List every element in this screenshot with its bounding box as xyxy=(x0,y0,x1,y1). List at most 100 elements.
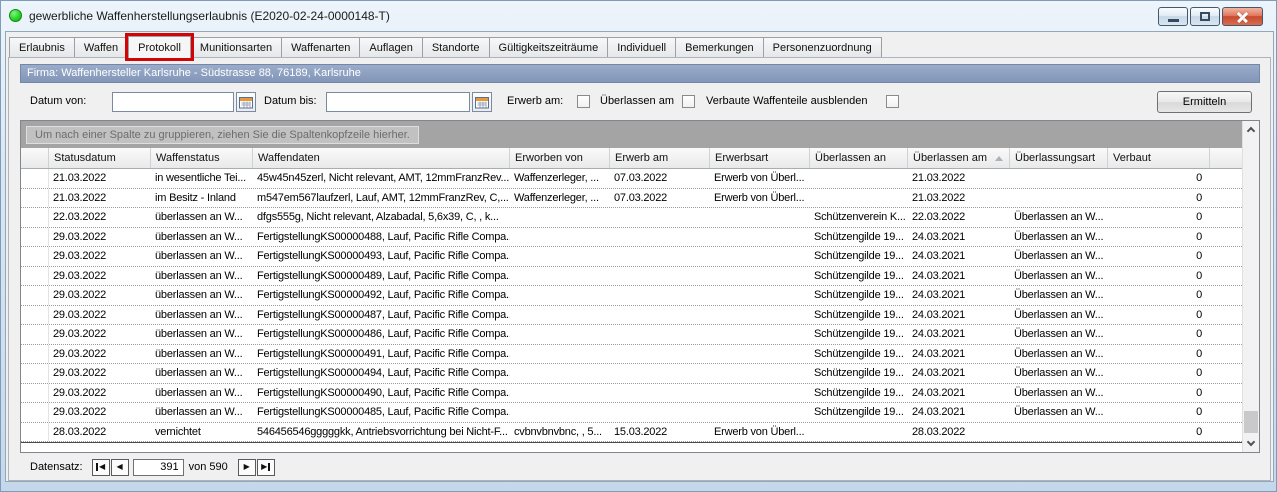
column-header-verbaut[interactable]: Verbaut xyxy=(1108,148,1210,168)
cell-waffenstatus: in wesentliche Tei... xyxy=(151,169,253,188)
table-row[interactable]: 29.03.2022überlassen an W...Fertigstellu… xyxy=(21,267,1242,287)
tab-gultigkeitszeitraume[interactable]: Gültigkeitszeiträume xyxy=(490,37,609,58)
minimize-button[interactable] xyxy=(1158,7,1188,26)
cell-waffendaten: FertigstellungKS00000489, Lauf, Pacific … xyxy=(253,267,510,286)
cell-erwerbsart xyxy=(710,345,810,364)
verbaute-waffenteile-checkbox[interactable] xyxy=(886,95,899,108)
table-row[interactable]: 28.03.2022vernichtet546456546gggggkk, An… xyxy=(21,423,1242,443)
datum-bis-input[interactable] xyxy=(326,92,470,112)
row-indicator xyxy=(21,364,49,383)
cell-uberlassungsart: Überlassen an W... xyxy=(1010,364,1108,383)
column-header-statusdatum[interactable]: Statusdatum xyxy=(49,148,151,168)
column-header-erworben-von[interactable]: Erworben von xyxy=(510,148,610,168)
datum-bis-calendar-button[interactable] xyxy=(472,92,492,112)
cell-uberlassungsart xyxy=(1010,189,1108,208)
cell-uberlassen-an: Schützengilde 19... xyxy=(810,267,908,286)
maximize-button[interactable] xyxy=(1190,7,1220,26)
scroll-up-button[interactable] xyxy=(1243,121,1259,138)
scroll-down-button[interactable] xyxy=(1243,435,1259,452)
grid-rows: 21.03.2022in wesentliche Tei...45w45n45z… xyxy=(21,169,1242,452)
table-row[interactable]: 29.03.2022überlassen an W...Fertigstellu… xyxy=(21,384,1242,404)
ueberlassen-am-checkbox[interactable] xyxy=(682,95,695,108)
datum-von-calendar-button[interactable] xyxy=(236,92,256,112)
cell-statusdatum: 29.03.2022 xyxy=(49,325,151,344)
cell-erwerb-am xyxy=(610,325,710,344)
cell-waffenstatus: überlassen an W... xyxy=(151,228,253,247)
close-button[interactable] xyxy=(1222,7,1263,26)
cell-erwerb-am xyxy=(610,267,710,286)
cell-erwerbsart xyxy=(710,306,810,325)
cell-waffenstatus: überlassen an W... xyxy=(151,325,253,344)
table-row[interactable]: 29.03.2022überlassen an W...Fertigstellu… xyxy=(21,345,1242,365)
firma-header-bar: Firma: Waffenhersteller Karlsruhe - Süds… xyxy=(20,64,1260,83)
column-header-erwerb-am[interactable]: Erwerb am xyxy=(610,148,710,168)
cell-waffendaten: FertigstellungKS00000492, Lauf, Pacific … xyxy=(253,286,510,305)
tab-standorte[interactable]: Standorte xyxy=(423,37,490,58)
previous-record-button[interactable]: ◀ xyxy=(111,459,129,476)
tab-individuell[interactable]: Individuell xyxy=(608,37,676,58)
last-record-button[interactable]: ▶ xyxy=(257,459,275,476)
column-header-uberlassen-an[interactable]: Überlassen an xyxy=(810,148,908,168)
tab-erlaubnis[interactable]: Erlaubnis xyxy=(9,37,75,58)
column-header-waffenstatus[interactable]: Waffenstatus xyxy=(151,148,253,168)
column-header-uberlassen-am[interactable]: Überlassen am xyxy=(908,148,1010,168)
table-row[interactable]: 29.03.2022überlassen an W...Fertigstellu… xyxy=(21,247,1242,267)
cell-uberlassen-am: 24.03.2021 xyxy=(908,228,1010,247)
cell-uberlassungsart: Überlassen an W... xyxy=(1010,267,1108,286)
protokoll-panel: Firma: Waffenhersteller Karlsruhe - Süds… xyxy=(8,57,1271,481)
erwerb-am-checkbox[interactable] xyxy=(577,95,590,108)
cell-waffenstatus: überlassen an W... xyxy=(151,208,253,227)
calendar-icon xyxy=(239,96,253,109)
table-row[interactable]: 29.03.2022überlassen an W...Fertigstellu… xyxy=(21,403,1242,423)
tab-waffenarten[interactable]: Waffenarten xyxy=(282,37,360,58)
scrollbar-thumb[interactable] xyxy=(1244,411,1258,433)
cell-uberlassen-am: 24.03.2021 xyxy=(908,364,1010,383)
table-row[interactable]: 29.03.2022überlassen an W...Fertigstellu… xyxy=(21,228,1242,248)
table-row[interactable]: 22.03.2022überlassen an W...dfgs555g, Ni… xyxy=(21,208,1242,228)
column-header-waffendaten[interactable]: Waffendaten xyxy=(253,148,510,168)
tab-auflagen[interactable]: Auflagen xyxy=(360,37,422,58)
row-indicator xyxy=(21,228,49,247)
table-row[interactable]: 21.03.2022in wesentliche Tei...45w45n45z… xyxy=(21,169,1242,189)
table-row[interactable]: 29.03.2022überlassen an W...Fertigstellu… xyxy=(21,306,1242,326)
cell-waffendaten: FertigstellungKS00000487, Lauf, Pacific … xyxy=(253,306,510,325)
column-header-uberlassungsart[interactable]: Überlassungsart xyxy=(1010,148,1108,168)
cell-erwerb-am xyxy=(610,364,710,383)
app-window: gewerbliche Waffenherstellungserlaubnis … xyxy=(0,0,1277,492)
cell-waffendaten: FertigstellungKS00000486, Lauf, Pacific … xyxy=(253,325,510,344)
calendar-icon xyxy=(475,96,489,109)
column-header-erwerbsart[interactable]: Erwerbsart xyxy=(710,148,810,168)
cell-verbaut: 0 xyxy=(1108,286,1210,305)
next-record-button[interactable]: ▶ xyxy=(238,459,256,476)
datum-von-input[interactable] xyxy=(112,92,234,112)
row-indicator xyxy=(21,325,49,344)
cell-waffenstatus: überlassen an W... xyxy=(151,286,253,305)
tab-bemerkungen[interactable]: Bemerkungen xyxy=(676,37,764,58)
cell-uberlassen-an: Schützengilde 19... xyxy=(810,364,908,383)
table-row[interactable]: 29.03.2022überlassen an W...Fertigstellu… xyxy=(21,286,1242,306)
cell-erwerbsart xyxy=(710,267,810,286)
tab-munitionsarten[interactable]: Munitionsarten xyxy=(191,37,282,58)
record-number-input[interactable] xyxy=(133,459,184,476)
cell-verbaut: 0 xyxy=(1108,228,1210,247)
ermitteln-button[interactable]: Ermitteln xyxy=(1157,91,1252,113)
cell-erworben-von xyxy=(510,267,610,286)
cell-erwerbsart: Erwerb von Überl... xyxy=(710,169,810,188)
table-row[interactable]: 29.03.2022überlassen an W...Fertigstellu… xyxy=(21,364,1242,384)
vertical-scrollbar[interactable] xyxy=(1242,121,1259,452)
cell-uberlassen-an: Schützengilde 19... xyxy=(810,247,908,266)
group-by-panel[interactable]: Um nach einer Spalte zu gruppieren, zieh… xyxy=(21,121,1242,148)
cell-statusdatum: 21.03.2022 xyxy=(49,189,151,208)
tab-waffen[interactable]: Waffen xyxy=(75,37,128,58)
cell-uberlassen-an: Schützengilde 19... xyxy=(810,345,908,364)
cell-uberlassungsart: Überlassen an W... xyxy=(1010,286,1108,305)
cell-erwerbsart xyxy=(710,286,810,305)
datum-bis-label: Datum bis: xyxy=(264,95,317,107)
table-row[interactable]: 29.03.2022überlassen an W...Fertigstellu… xyxy=(21,325,1242,345)
tab-personenzuordnung[interactable]: Personenzuordnung xyxy=(764,37,882,58)
first-record-button[interactable]: ◀ xyxy=(92,459,110,476)
tab-protokoll[interactable]: Protokoll xyxy=(128,36,191,58)
table-row[interactable]: 21.03.2022im Besitz - Inlandm547em567lau… xyxy=(21,189,1242,209)
cell-uberlassungsart: Überlassen an W... xyxy=(1010,345,1108,364)
cell-erwerbsart xyxy=(710,403,810,422)
